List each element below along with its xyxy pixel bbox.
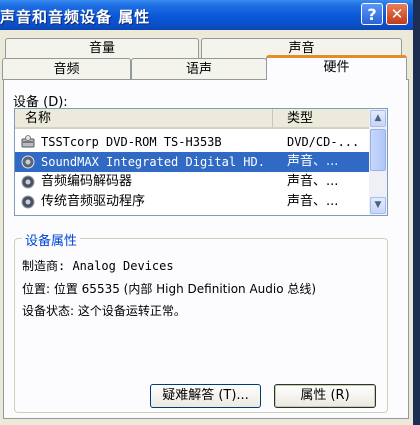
dialog-window: 声音和音频设备 属性 ? ✕ 音量 声音 音频 语声 硬件 设备 (D): 名称… [0,0,413,425]
title-bar[interactable]: 声音和音频设备 属性 ? ✕ [0,0,413,30]
device-name: 传统音频驱动程序 [41,194,146,209]
window-edge [413,0,420,425]
scroll-down-arrow-icon[interactable]: ▼ [370,197,386,214]
list-item[interactable]: 音频编码解码器 声音、... [15,172,369,192]
device-list[interactable]: 名称 类型 TSSTcorp DVD-ROM TS-H353B DVD/CD-.… [14,108,388,216]
device-type: 声音、... [287,174,339,189]
device-name: TSSTcorp DVD-ROM TS-H353B [41,135,222,149]
device-properties-title: 设备属性 [22,230,81,249]
speaker-icon [21,195,35,209]
cd-drive-icon [21,135,35,148]
list-item-selected[interactable]: SoundMAX Integrated Digital HD... 声音、... [15,152,369,172]
device-name: SoundMAX Integrated Digital HD... [41,155,267,169]
list-item[interactable]: TSSTcorp DVD-ROM TS-H353B DVD/CD-... [15,132,369,152]
device-type: 声音、... [287,194,339,209]
close-button[interactable]: ✕ [386,3,408,25]
speaker-icon [21,175,35,189]
help-button[interactable]: ? [361,3,383,25]
device-type: 声音、... [287,154,339,169]
column-header-name[interactable]: 名称 [15,109,273,129]
location-text: 位置: 位置 65535 (内部 High Definition Audio 总… [22,282,317,296]
tab-audio[interactable]: 音频 [2,58,131,80]
status-text: 设备状态: 这个设备运转正常。 [22,304,186,318]
properties-button[interactable]: 属性 (R) [274,384,376,408]
window-title: 声音和音频设备 属性 [0,8,151,26]
tab-volume[interactable]: 音量 [5,38,199,58]
troubleshoot-button[interactable]: 疑难解答 (T)... [150,384,261,408]
speaker-icon [21,155,35,169]
column-header-type[interactable]: 类型 [273,109,369,129]
device-name: 音频编码解码器 [41,174,133,189]
device-type: DVD/CD-... [287,135,360,149]
list-scrollbar[interactable]: ▲ ▼ [369,109,387,215]
list-item[interactable]: 传统音频驱动程序 声音、... [15,192,369,212]
manufacturer-text: 制造商: Analog Devices [22,259,174,273]
tab-hardware[interactable]: 硬件 [266,55,407,80]
tab-voice[interactable]: 语声 [131,58,267,80]
scroll-thumb[interactable] [370,129,386,171]
scroll-up-arrow-icon[interactable]: ▲ [370,110,386,127]
